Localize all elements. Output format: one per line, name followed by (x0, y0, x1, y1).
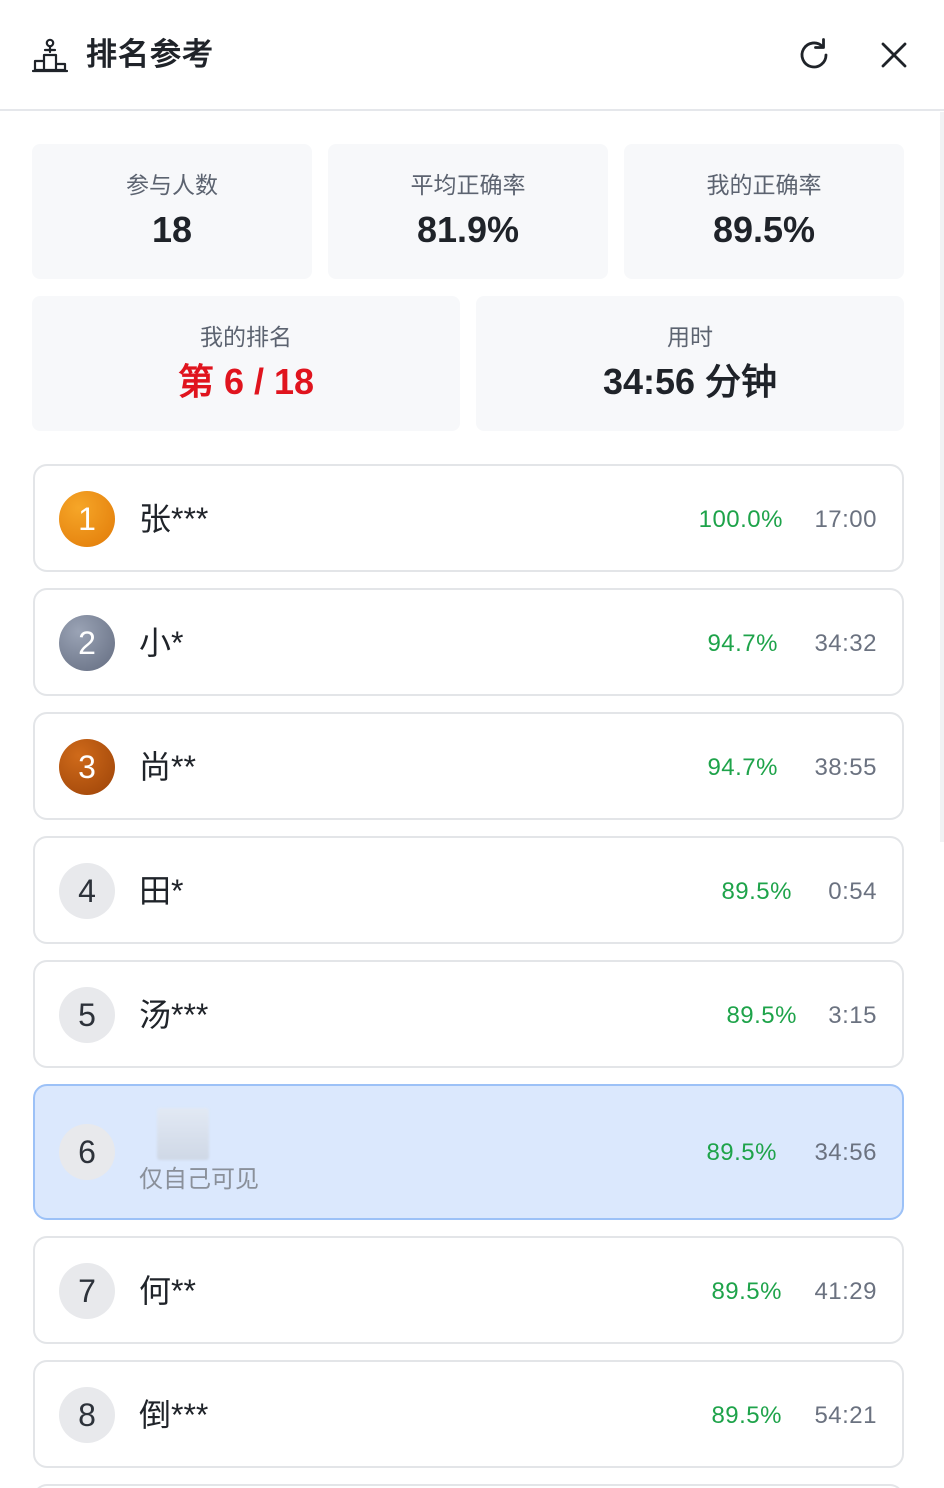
participant-accuracy: 89.5% (711, 1402, 782, 1429)
participant-time: 3:15 (828, 1002, 877, 1029)
participant-accuracy: 94.7% (707, 754, 778, 781)
scrollbar[interactable] (940, 112, 944, 842)
ranking-row[interactable]: 8 倒*** 89.5% 54:21 (33, 1360, 904, 1468)
close-button[interactable] (874, 35, 914, 75)
blurred-name (157, 1108, 209, 1160)
participant-name: 尚** (139, 749, 196, 785)
stat-participants: 参与人数 18 (32, 144, 312, 279)
rank-badge: 2 (59, 615, 115, 671)
participant-accuracy: 89.5% (721, 878, 792, 905)
participant-name: 小* (139, 625, 184, 661)
panel-header: 排名参考 (0, 0, 944, 111)
stat-my-accuracy: 我的正确率 89.5% (624, 144, 904, 279)
rank-badge: 4 (59, 863, 115, 919)
ranking-row[interactable]: 4 田* 89.5% 0:54 (33, 836, 904, 944)
participant-time: 34:32 (814, 630, 877, 657)
refresh-button[interactable] (794, 35, 834, 75)
stat-avg-accuracy: 平均正确率 81.9% (328, 144, 608, 279)
ranking-row-self[interactable]: 6 仅自己可见 89.5% 34:56 (33, 1084, 904, 1220)
participant-accuracy: 94.7% (707, 630, 778, 657)
rank-badge: 7 (59, 1263, 115, 1319)
participant-accuracy: 89.5% (711, 1278, 782, 1305)
stat-avg-accuracy-label: 平均正确率 (410, 172, 526, 198)
stat-time-used-value: 34:56 分钟 (602, 361, 778, 402)
participant-name: 田* (139, 873, 184, 909)
rank-badge: 5 (59, 987, 115, 1043)
ranking-row[interactable]: 1 张*** 100.0% 17:00 (33, 464, 904, 572)
stat-my-rank-label: 我的排名 (200, 324, 292, 350)
participant-name: 汤*** (139, 997, 209, 1033)
self-visibility-note: 仅自己可见 (139, 1166, 259, 1193)
podium-icon (32, 38, 68, 73)
ranking-row-partial[interactable] (33, 1484, 904, 1488)
stat-time-used: 用时 34:56 分钟 (476, 296, 904, 431)
participant-time: 54:21 (814, 1402, 877, 1429)
participant-accuracy: 100.0% (698, 506, 783, 533)
close-icon (881, 42, 907, 68)
stat-time-used-label: 用时 (667, 324, 713, 350)
participant-time: 34:56 (814, 1139, 877, 1166)
participant-name: 何** (139, 1273, 196, 1309)
ranking-row[interactable]: 5 汤*** 89.5% 3:15 (33, 960, 904, 1068)
stat-my-rank: 我的排名 第 6 / 18 (32, 296, 460, 431)
ranking-row[interactable]: 7 何** 89.5% 41:29 (33, 1236, 904, 1344)
rank-badge: 8 (59, 1387, 115, 1443)
stat-participants-label: 参与人数 (126, 172, 218, 198)
rank-badge: 6 (59, 1124, 115, 1180)
rank-badge: 3 (59, 739, 115, 795)
stat-my-rank-value: 第 6 / 18 (177, 361, 315, 402)
stat-participants-value: 18 (151, 209, 193, 250)
stat-my-accuracy-value: 89.5% (712, 209, 816, 250)
participant-time: 0:54 (828, 878, 877, 905)
stat-avg-accuracy-value: 81.9% (416, 209, 520, 250)
ranking-row[interactable]: 2 小* 94.7% 34:32 (33, 588, 904, 696)
participant-accuracy: 89.5% (706, 1139, 777, 1166)
participant-time: 38:55 (814, 754, 877, 781)
ranking-row[interactable]: 3 尚** 94.7% 38:55 (33, 712, 904, 820)
participant-time: 17:00 (814, 506, 877, 533)
participant-name: 倒*** (139, 1397, 209, 1433)
participant-time: 41:29 (814, 1278, 877, 1305)
panel-title: 排名参考 (86, 37, 214, 72)
rank-badge: 1 (59, 491, 115, 547)
stat-my-accuracy-label: 我的正确率 (706, 172, 822, 198)
participant-name: 张*** (139, 501, 209, 537)
participant-accuracy: 89.5% (726, 1002, 797, 1029)
